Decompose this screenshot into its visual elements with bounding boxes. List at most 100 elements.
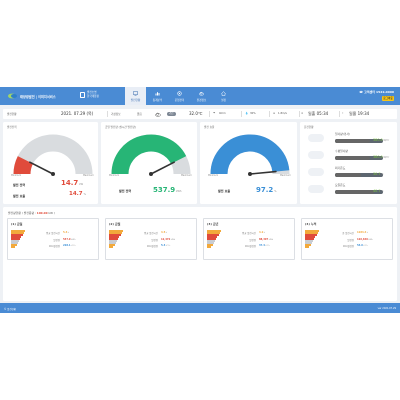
status-label: 수평일사량 [335, 149, 348, 153]
today-generation-card: 금일 발전량 (실시간 발전량) Minimum Maximum 발전 전력 5… [101, 122, 197, 204]
sunset-value: 일몰 19:34 [349, 111, 370, 117]
nav-label: 설정 [221, 99, 226, 102]
gauge-min-label: Minimum [11, 174, 22, 177]
rate-value: 97.2% [256, 186, 277, 194]
power-gauge [13, 134, 93, 176]
wind-value: 1.8m/s [278, 112, 287, 115]
gauge-needle [150, 161, 175, 175]
bar-graphic [207, 230, 221, 248]
status-value: 380.0W/m² [373, 138, 390, 143]
panel-row-label: CO₂절감량 [146, 245, 158, 248]
bar-segment [305, 246, 310, 248]
efficiency-gauge [210, 134, 290, 176]
logout-button[interactable]: 로그아웃 [382, 96, 394, 101]
gauge-max-label: Maximum [83, 174, 94, 177]
gauge-hub [51, 172, 55, 176]
logo[interactable]: 태양광발전 | 이미지서비스 [8, 92, 56, 100]
today-value: 537.9kWh [153, 186, 182, 194]
panel-row-label: 평균 발전시간 [144, 232, 158, 235]
panel-row-value: 537.9kWh [63, 238, 76, 241]
gauge-needle [249, 170, 277, 175]
humidity-value: 30% [250, 112, 256, 115]
nav-label: 운영관리 [174, 99, 185, 102]
panel-row-label: CO₂절감량 [342, 245, 354, 248]
panel-row-value: 53.6tCO₂ [357, 244, 368, 247]
plant-label: 발전소명 [87, 91, 97, 94]
status-bar-fill [335, 173, 362, 177]
nav-item-stats[interactable]: 통계분석 [147, 87, 168, 105]
card-title: 금일 발전량 (실시간 발전량) [105, 126, 136, 129]
sensor-icon [308, 168, 324, 176]
today-gauge [111, 134, 191, 176]
nav-item-operation[interactable]: 운영관리 [169, 87, 190, 105]
metric-label: 발전 효율 [218, 189, 231, 193]
panel-row-value: 4.2h [259, 231, 266, 234]
nav-item-environment[interactable]: 환경정보 [191, 87, 212, 105]
plant-selector[interactable]: 발전소명 한국태양광 [80, 90, 112, 102]
metric-label: 발전 전력 [13, 183, 26, 187]
sunrise-icon: ☀ [301, 112, 304, 115]
summary-panel: (1) 금일 평균 발전시간 5.4h 발전량 537.9kWh CO₂절감량 228.1t… [7, 218, 99, 260]
panel-row-label: CO₂절감량 [244, 245, 256, 248]
customer-phone: ☎ 고객센터 1522-0000 [359, 90, 394, 94]
monitor-icon [133, 91, 138, 96]
gauge-hub [149, 172, 153, 176]
panel-row-label: 발전량 [347, 239, 354, 242]
temperature-badge: 기온 [167, 112, 176, 116]
nav-label: 통계분석 [152, 99, 163, 102]
status-bar-fill [335, 139, 370, 143]
card-title: 발전 효율 [204, 126, 215, 129]
sensor-icon [308, 134, 324, 142]
panel-row-label: 발전량 [53, 239, 60, 242]
panel-title: (2) 금월 [109, 222, 121, 226]
status-label: 모듈온도 [335, 183, 346, 187]
status-bar-fill [335, 190, 375, 194]
gauge-fill [111, 134, 187, 175]
summary-title: 발전량현황 ( 발전용량 : 100.00 kW ) [8, 211, 55, 215]
logo-text: 태양광발전 | 이미지서비스 [20, 95, 56, 99]
gauge-max-label: Maximum [280, 174, 291, 177]
bar-graphic [109, 230, 123, 248]
weather-state: 맑음 [137, 113, 142, 116]
power-card: 발전전력 Minimum Maximum 발전 전력 14.7kW 발전 효율 … [3, 122, 98, 204]
status-label: 외기온도 [335, 166, 346, 170]
rain-value: 0mm [219, 112, 226, 115]
gauge-fill [13, 156, 34, 175]
sunrise-value: 일출 05:34 [308, 111, 329, 117]
panel-row-label: CO₂절감량 [48, 245, 60, 248]
status-value: 40.7℃ [373, 189, 384, 194]
info-bar: 발전현황 2021. 07.29 (목) 기상정보 맑음 기온 32.0℃ ☂ … [3, 109, 397, 119]
panel-row-label: 발전량 [249, 239, 256, 242]
status-label: 일사량(경사) [335, 132, 351, 136]
bar-segment [109, 246, 114, 248]
nav-item-settings[interactable]: 설정 [213, 87, 234, 105]
gauge-hub [248, 172, 252, 176]
gear-icon [177, 91, 182, 96]
panel-title: (1) 금일 [11, 222, 23, 226]
nav-label: 환경정보 [196, 99, 207, 102]
wind-icon: ≋ [273, 112, 276, 115]
gauge-needle [29, 161, 54, 175]
footer: © 발전현황 ver 2021.07.29 [0, 303, 400, 313]
cloud-icon [199, 91, 204, 96]
status-value: 30.7℃ [373, 172, 384, 177]
footer-version: ver 2021.07.29 [377, 306, 396, 310]
sensor-icon [308, 185, 324, 193]
nav-label: 발전현황 [130, 99, 141, 102]
summary-panel: (4) 누적 총 발전시간 1284.4h 발전량 126,640kWh CO₂절감량 53… [301, 218, 393, 260]
sunset-icon: ☾ [342, 112, 345, 115]
chart-icon [155, 92, 160, 96]
gauge-fill [210, 134, 290, 175]
efficiency-card: 발전 효율 Minimum Maximum 발전 효율 97.2% [200, 122, 297, 204]
panel-row-label: 평균 발전시간 [242, 232, 256, 235]
plant-icon [80, 92, 85, 98]
bar-segment [11, 246, 16, 248]
umbrella-icon: ☂ [213, 112, 216, 115]
footer-left-text: © 발전현황 [4, 307, 16, 311]
panel-row-value: 12,472kWh [161, 238, 176, 241]
panel-title: (4) 누적 [305, 222, 317, 226]
nav-item-status[interactable]: 발전현황 [125, 87, 146, 105]
panel-row-value: 1284.4h [357, 231, 369, 234]
section-title: 발전현황 [7, 113, 17, 116]
status-card: 운전현황 일사량(경사) 380.0W/m² 수평일사량 380.0W/m² 외기온도 3… [300, 122, 397, 204]
